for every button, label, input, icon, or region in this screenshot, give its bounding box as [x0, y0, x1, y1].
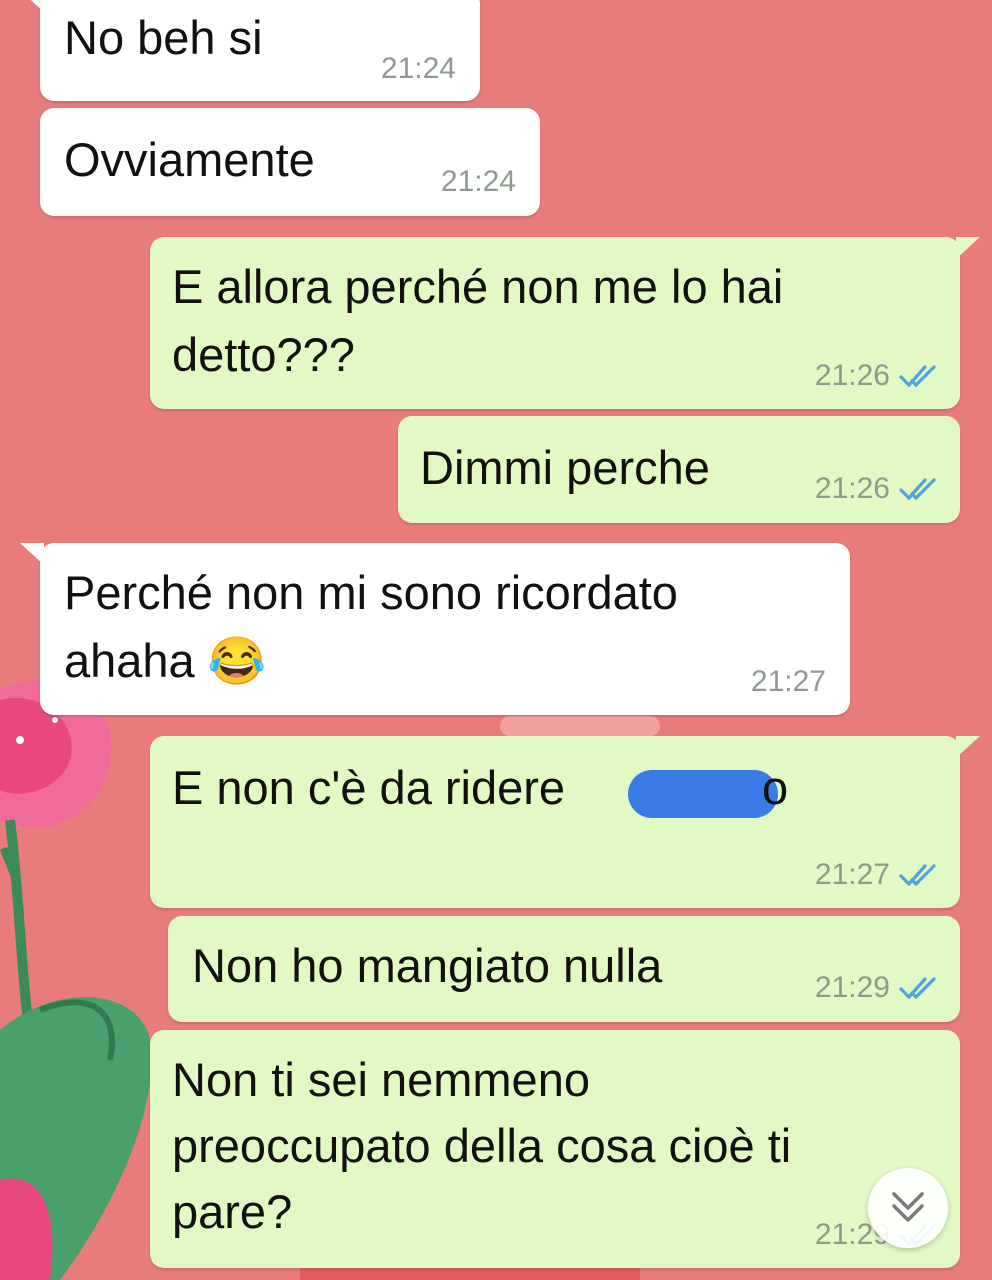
message-meta: 21:29 [815, 971, 938, 1005]
message-text: No beh si [64, 11, 263, 64]
message-time: 21:24 [380, 52, 456, 85]
chat-messages: No beh si 21:24 Ovviamente 21:24 E allor… [0, 0, 992, 1280]
message-time: 21:24 [440, 165, 516, 198]
message-text-line: ahaha 😂 [64, 629, 266, 693]
message-text-line: preoccupato della cosa cioè ti [172, 1119, 792, 1172]
message-text-line: E allora perché non me lo hai [172, 260, 784, 313]
incoming-message[interactable]: Perché non mi sono ricordato ahaha 😂 21:… [20, 543, 850, 715]
message-meta: 21:26 [815, 359, 938, 393]
message-time: 21:27 [750, 665, 826, 698]
message-text: Ovviamente [64, 133, 315, 186]
outgoing-message[interactable]: Dimmi perche 21:26 [398, 416, 960, 523]
redaction-mark [628, 770, 778, 818]
incoming-message[interactable]: Ovviamente 21:24 [40, 108, 540, 216]
message-time: 21:26 [814, 472, 890, 505]
double-check-icon [899, 478, 936, 501]
double-check-icon [899, 977, 936, 1000]
chevron-double-down-icon [892, 1192, 924, 1222]
message-meta: 21:27 [815, 858, 938, 892]
outgoing-message[interactable]: E non c'è da ridere o 21:27 [150, 736, 980, 908]
message-text: Dimmi perche [420, 441, 710, 494]
message-text: Non ho mangiato nulla [192, 939, 663, 992]
message-text-line: pare? [172, 1185, 293, 1238]
message-text-line: Non ti sei nemmeno [172, 1053, 590, 1106]
scroll-to-bottom-button[interactable] [868, 1168, 948, 1248]
laughing-emoji: 😂 [207, 634, 267, 687]
message-text-line: detto??? [172, 328, 355, 381]
incoming-message[interactable]: No beh si 21:24 [20, 0, 480, 101]
message-meta: 21:26 [815, 472, 938, 506]
message-text-trailing: o [762, 761, 789, 814]
message-text: E non c'è da ridere [172, 761, 566, 814]
outgoing-message[interactable]: E allora perché non me lo hai detto??? 2… [150, 237, 980, 409]
message-time: 21:26 [814, 359, 890, 392]
double-check-icon [899, 864, 936, 887]
outgoing-message[interactable]: Non ti sei nemmeno preoccupato della cos… [150, 1030, 960, 1268]
message-text-part: ahaha [64, 634, 195, 687]
outgoing-message[interactable]: Non ho mangiato nulla 21:29 [168, 916, 960, 1022]
message-time: 21:29 [814, 971, 890, 1004]
double-check-icon [899, 365, 936, 388]
message-time: 21:27 [814, 858, 890, 891]
message-text-line: Perché non mi sono ricordato [64, 566, 678, 619]
